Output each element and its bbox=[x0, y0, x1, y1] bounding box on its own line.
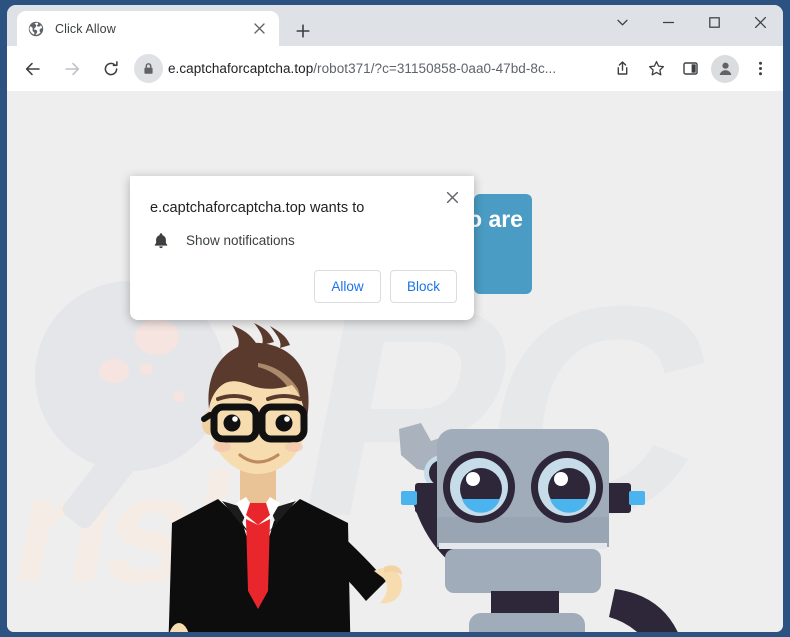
bookmark-star-icon[interactable] bbox=[641, 54, 671, 84]
url-text: e.captchaforcaptcha.top/robot371/?c=3115… bbox=[168, 61, 599, 76]
close-icon[interactable] bbox=[439, 184, 465, 210]
businessman-illustration bbox=[152, 323, 402, 632]
side-panel-icon[interactable] bbox=[675, 54, 705, 84]
permission-label: Show notifications bbox=[186, 233, 295, 248]
dialog-title: e.captchaforcaptcha.top wants to bbox=[150, 200, 365, 216]
profile-avatar-icon[interactable] bbox=[711, 54, 739, 83]
minimize-button[interactable] bbox=[645, 5, 691, 39]
tab-close-icon[interactable] bbox=[249, 19, 269, 39]
url-path: /robot371/?c=31150858-0aa0-47bd-8c... bbox=[313, 61, 557, 76]
browser-toolbar: e.captchaforcaptcha.top/robot371/?c=3115… bbox=[7, 46, 783, 91]
permission-row: Show notifications bbox=[150, 232, 295, 249]
new-tab-button[interactable] bbox=[289, 17, 317, 45]
chrome-window: Click Allow e.captchaforcaptcha.top/robo… bbox=[7, 5, 783, 632]
tab-strip: Click Allow bbox=[7, 5, 783, 46]
robot-illustration bbox=[387, 421, 727, 632]
notification-permission-dialog: e.captchaforcaptcha.top wants to Show no… bbox=[130, 176, 474, 320]
allow-button[interactable]: Allow bbox=[314, 270, 381, 303]
blue-promo-card: o are bbox=[474, 194, 532, 294]
maximize-button[interactable] bbox=[691, 5, 737, 39]
decor-dot bbox=[99, 359, 129, 383]
browser-tab[interactable]: Click Allow bbox=[17, 11, 279, 46]
back-button[interactable] bbox=[17, 53, 48, 84]
reload-button[interactable] bbox=[95, 53, 126, 84]
url-host: e.captchaforcaptcha.top bbox=[168, 61, 314, 76]
globe-icon bbox=[27, 20, 44, 37]
address-bar[interactable]: e.captchaforcaptcha.top/robot371/?c=3115… bbox=[134, 53, 599, 84]
close-window-button[interactable] bbox=[737, 5, 783, 39]
page-viewport: PC risk o are e.captchaforcaptcha.top wa… bbox=[7, 91, 783, 632]
window-controls bbox=[599, 5, 783, 46]
three-dot-menu-icon[interactable] bbox=[745, 54, 775, 84]
tab-search-button[interactable] bbox=[599, 5, 645, 39]
dialog-actions: Allow Block bbox=[314, 270, 457, 303]
block-button[interactable]: Block bbox=[390, 270, 457, 303]
lock-icon[interactable] bbox=[134, 54, 163, 83]
bell-icon bbox=[150, 232, 172, 249]
share-icon[interactable] bbox=[607, 54, 637, 84]
forward-button[interactable] bbox=[56, 53, 87, 84]
browser-window-frame: Click Allow e.captchaforcaptcha.top/robo… bbox=[0, 0, 790, 637]
tab-title: Click Allow bbox=[55, 21, 116, 36]
